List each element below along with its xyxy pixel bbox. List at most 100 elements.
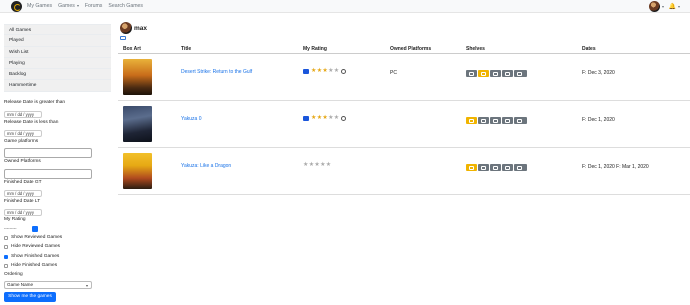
shelf-backlog-button[interactable] <box>490 70 501 77</box>
star-icon[interactable]: ★ <box>320 162 325 168</box>
game-title-link[interactable]: Yakuza: Like a Dragon <box>181 163 231 169</box>
avatar[interactable] <box>648 1 660 12</box>
shelf-playing-button[interactable] <box>466 70 477 77</box>
list-icon <box>517 71 522 76</box>
ordering-select[interactable]: Game Name <box>4 281 92 289</box>
shelf-played-button[interactable] <box>478 117 489 124</box>
owned-platforms-input[interactable] <box>4 169 92 179</box>
check-icon <box>481 165 486 170</box>
shelf-wishlist-button[interactable] <box>502 70 513 77</box>
checkbox-hide-finished[interactable]: Hide Finished Games <box>4 263 57 268</box>
list-item-all-games[interactable]: All Games <box>4 24 111 36</box>
checkbox-box[interactable] <box>4 263 8 268</box>
list-item-backlog[interactable]: Backlog <box>4 69 111 81</box>
header-my-rating: My Rating <box>303 46 327 52</box>
box-art-image[interactable] <box>123 106 152 142</box>
release-lt-label: Release Date is less than <box>4 120 59 125</box>
list-item-played[interactable]: Played <box>4 35 111 47</box>
checkbox-box[interactable] <box>4 254 8 259</box>
checkbox-label: Hide Reviewed Games <box>11 244 61 249</box>
checkbox-hide-reviewed[interactable]: Hide Reviewed Games <box>4 244 60 249</box>
release-lt-date-input[interactable]: mm / dd / yyyy <box>4 130 42 137</box>
star-icon[interactable]: ★ <box>334 115 339 121</box>
view-toggle-icon[interactable] <box>120 36 126 40</box>
gamepad-icon <box>469 118 474 123</box>
bell-icon[interactable]: 🔔 <box>669 3 676 10</box>
chevron-down-icon[interactable] <box>678 5 680 8</box>
star-icon[interactable]: ★ <box>322 115 327 121</box>
box-art-image[interactable] <box>123 153 152 189</box>
shelf-more-button[interactable] <box>514 164 527 171</box>
platforms-input[interactable] <box>4 148 92 158</box>
checkbox-show-reviewed[interactable]: Show Reviewed Games <box>4 235 62 240</box>
release-gt-date-input[interactable]: mm / dd / yyyy <box>4 111 42 118</box>
finished-lt-label: Finished Date LT <box>4 199 41 204</box>
my-rating-label: My Rating <box>4 217 26 222</box>
nav-my-games[interactable]: My Games <box>27 3 52 9</box>
star-icon[interactable]: ★ <box>311 115 316 121</box>
site-logo-icon[interactable] <box>11 0 22 12</box>
shelf-wishlist-button[interactable] <box>502 164 513 171</box>
gamepad-icon <box>469 71 474 76</box>
my-rating-value: --------- <box>4 226 17 231</box>
header-dates: Dates <box>582 46 596 52</box>
box-art-image[interactable] <box>123 59 152 95</box>
show-games-button[interactable]: Show me the games <box>4 292 56 302</box>
star-icon[interactable]: ★ <box>322 68 327 74</box>
eye-icon[interactable] <box>341 68 347 74</box>
username: max <box>134 24 148 32</box>
star-icon[interactable]: ★ <box>309 162 314 168</box>
table-row: Yakuza 0 ★ ★ ★ ★ ★ F: Dec 1, 2020 <box>118 101 690 148</box>
game-title-link[interactable]: Desert Strike: Return to the Gulf <box>181 69 252 75</box>
list-item-wish-list[interactable]: Wish List <box>4 47 111 58</box>
star-icon[interactable]: ★ <box>317 115 322 121</box>
rating-widget: ★ ★ ★ ★ ★ <box>303 115 347 121</box>
finished-gt-date-input[interactable]: mm / dd / yyyy <box>4 190 42 197</box>
table-row: Desert Strike: Return to the Gulf ★ ★ ★ ★ ★ … <box>118 54 690 101</box>
list-item-playing[interactable]: Playing <box>4 58 111 70</box>
chevron-down-icon[interactable] <box>661 5 664 8</box>
star-icon[interactable]: ★ <box>311 68 316 74</box>
shelf-played-button[interactable] <box>478 70 489 77</box>
star-icon[interactable]: ★ <box>317 68 322 74</box>
cloud-icon <box>505 71 510 76</box>
star-icon[interactable]: ★ <box>328 68 333 74</box>
review-icon[interactable] <box>303 68 309 74</box>
game-dates: F: Dec 1, 2020 <box>582 117 615 123</box>
checkbox-box[interactable] <box>4 244 8 249</box>
star-icon[interactable]: ★ <box>326 162 331 168</box>
checkbox-box[interactable] <box>4 235 8 240</box>
star-icon[interactable]: ★ <box>328 115 333 121</box>
my-rating-select[interactable]: --------- <box>4 226 38 233</box>
nav-forums[interactable]: Forums <box>85 3 103 9</box>
star-icon[interactable]: ★ <box>303 162 308 168</box>
game-dates: F: Dec 3, 2020 <box>582 70 615 76</box>
star-icon[interactable]: ★ <box>314 162 319 168</box>
cloud-icon <box>505 165 510 170</box>
shelf-more-button[interactable] <box>514 117 527 124</box>
shelf-more-button[interactable] <box>514 70 527 77</box>
release-gt-label: Release Date is greater than <box>4 100 66 105</box>
shelf-playing-button[interactable] <box>466 117 477 124</box>
shelf-backlog-button[interactable] <box>490 117 501 124</box>
gamepad-icon <box>469 165 474 170</box>
eye-icon[interactable] <box>341 115 347 121</box>
review-icon[interactable] <box>303 115 309 121</box>
trash-icon <box>493 165 498 170</box>
game-title-link[interactable]: Yakuza 0 <box>181 116 201 122</box>
nav-games-dropdown[interactable]: Games <box>58 3 79 9</box>
star-icon[interactable]: ★ <box>334 68 339 74</box>
user-header: max <box>120 22 147 34</box>
shelf-played-button[interactable] <box>478 164 489 171</box>
list-item-hammertime[interactable]: Hammertime <box>4 80 111 92</box>
shelf-wishlist-button[interactable] <box>502 117 513 124</box>
finished-lt-date-input[interactable]: mm / dd / yyyy <box>4 209 42 216</box>
nav-search-games[interactable]: Search Games <box>108 3 143 9</box>
header-box-art: Box Art <box>123 46 141 52</box>
checkbox-label: Show Reviewed Games <box>11 235 63 240</box>
cloud-icon <box>505 118 510 123</box>
finished-gt-label: Finished Date GT <box>4 180 42 185</box>
shelf-backlog-button[interactable] <box>490 164 501 171</box>
shelf-playing-button[interactable] <box>466 164 477 171</box>
checkbox-show-finished[interactable]: Show Finished Games <box>4 254 59 259</box>
